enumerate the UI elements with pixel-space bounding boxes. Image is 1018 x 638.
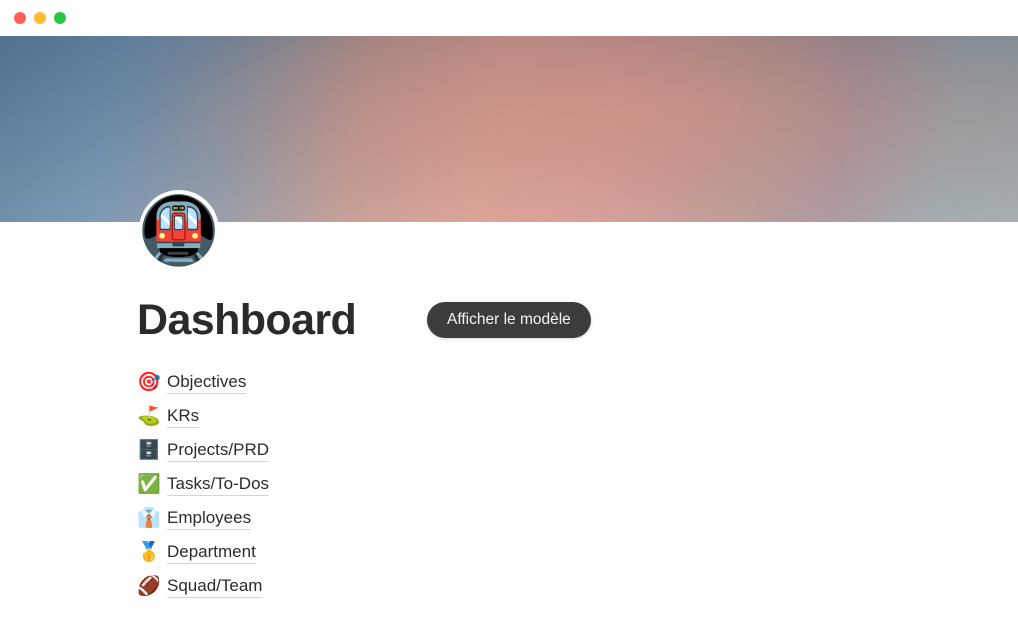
list-item-label[interactable]: Squad/Team (167, 576, 263, 598)
page-title-row: Dashboard (137, 296, 357, 344)
necktie-icon: 👔 (137, 508, 161, 529)
list-item-tasks-todos[interactable]: ✅ Tasks/To-Dos (137, 468, 557, 502)
traffic-light-group (14, 12, 66, 24)
cover-banner[interactable] (0, 36, 1018, 222)
golf-flag-icon: ⛳ (137, 406, 161, 427)
list-item-label[interactable]: KRs (167, 406, 200, 428)
list-item-objectives[interactable]: 🎯 Objectives (137, 366, 557, 400)
football-icon: 🏈 (137, 576, 161, 597)
list-item-squad-team[interactable]: 🏈 Squad/Team (137, 570, 557, 604)
maximize-window-button[interactable] (54, 12, 66, 24)
list-item-label[interactable]: Tasks/To-Dos (167, 474, 270, 496)
gold-medal-icon: 🥇 (137, 542, 161, 563)
list-item-label[interactable]: Employees (167, 508, 252, 530)
app-window: 🚇 Dashboard Afficher le modèle 🎯 Objecti… (0, 0, 1018, 638)
afficher-le-modele-button[interactable]: Afficher le modèle (427, 302, 591, 338)
list-item-krs[interactable]: ⛳ KRs (137, 400, 557, 434)
list-item-label[interactable]: Department (167, 542, 256, 564)
list-item-department[interactable]: 🥇 Department (137, 536, 557, 570)
list-item-label[interactable]: Projects/PRD (167, 440, 270, 462)
minimize-window-button[interactable] (34, 12, 46, 24)
list-item-projects-prd[interactable]: 🗄️ Projects/PRD (137, 434, 557, 468)
page-icon-metro-train[interactable]: 🚇 (139, 190, 219, 270)
list-item-label[interactable]: Objectives (167, 372, 247, 394)
check-mark-icon: ✅ (137, 474, 161, 495)
file-cabinet-icon: 🗄️ (137, 440, 161, 461)
page-title: Dashboard (137, 296, 357, 344)
close-window-button[interactable] (14, 12, 26, 24)
cover-sheen-overlay (0, 36, 1018, 222)
page-link-list: 🎯 Objectives ⛳ KRs 🗄️ Projects/PRD ✅ Tas… (137, 366, 557, 604)
dart-target-icon: 🎯 (137, 372, 161, 393)
list-item-employees[interactable]: 👔 Employees (137, 502, 557, 536)
window-titlebar (0, 0, 1018, 36)
